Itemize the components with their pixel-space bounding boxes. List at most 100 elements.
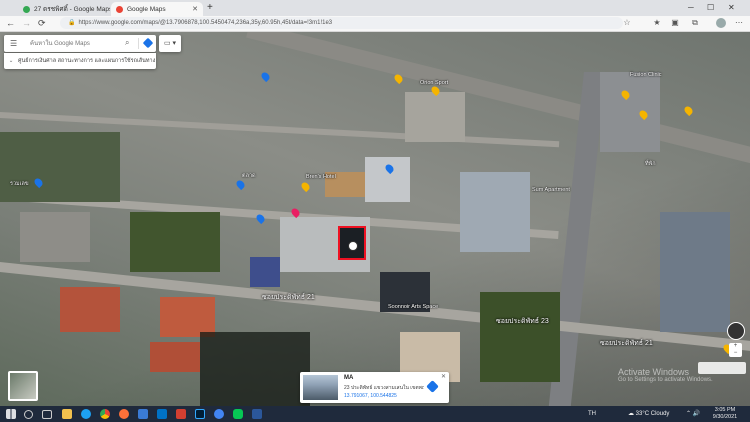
- tab-google-maps[interactable]: Google Maps ✕: [111, 2, 203, 16]
- watermark-line1: Activate Windows: [618, 367, 690, 377]
- clock-time: 3:05 PM: [714, 407, 736, 413]
- map-label: Orion Sport: [420, 80, 449, 86]
- close-icon[interactable]: ✕: [441, 373, 446, 380]
- maps-favicon-icon: [116, 5, 123, 13]
- close-window-button[interactable]: ✕: [728, 0, 735, 16]
- building: [20, 212, 90, 262]
- tree-area: [480, 292, 560, 382]
- tab-label: Google Maps: [127, 5, 166, 13]
- compass-icon[interactable]: [727, 322, 745, 340]
- close-tab-icon[interactable]: ✕: [192, 5, 198, 13]
- chrome-icon[interactable]: [100, 409, 110, 419]
- place-coordinates[interactable]: 13.791067, 100.544825: [344, 393, 397, 399]
- url-field[interactable]: 🔒 https://www.google.com/maps/@13.7906878…: [60, 17, 623, 29]
- hamburger-menu-icon[interactable]: ☰: [10, 39, 17, 48]
- refresh-icon[interactable]: ⟳: [38, 17, 46, 30]
- lock-icon: 🔒: [68, 20, 76, 26]
- star-icon[interactable]: ☆: [622, 18, 632, 28]
- more-menu-icon[interactable]: ⋯: [734, 18, 744, 28]
- start-icon[interactable]: [6, 409, 16, 419]
- road-label: ซอยประดิพัทธ์ 21: [262, 294, 315, 301]
- roof-red: [60, 287, 120, 332]
- layers-button[interactable]: ▭ ▾: [159, 35, 181, 52]
- clock-date: 9/30/2021: [712, 414, 738, 420]
- building: [250, 257, 280, 287]
- search-icon[interactable]: ⌕: [125, 38, 129, 48]
- suggestion-text: ศูนย์การเงินศาล สถานะทางการ และแผนการใช้…: [18, 58, 156, 64]
- app-icon[interactable]: [176, 409, 186, 419]
- store-icon[interactable]: [138, 409, 148, 419]
- weather-text: 33°C Cloudy: [635, 411, 670, 417]
- language-indicator[interactable]: TH: [588, 406, 596, 422]
- tray-icons[interactable]: ⌃ 🔊: [686, 406, 700, 422]
- url-text: https://www.google.com/maps/@13.7906878,…: [78, 20, 333, 26]
- line-icon[interactable]: [233, 409, 243, 419]
- forward-arrow-icon[interactable]: →: [22, 17, 31, 30]
- maps-favicon-icon: [23, 5, 30, 13]
- place-pin-icon[interactable]: [234, 178, 247, 191]
- tree-area: [0, 132, 120, 202]
- map-canvas[interactable]: Soonnoir Arts Space Bren's Hotel Orion S…: [0, 32, 750, 406]
- tab-label: 27 ดรชพิศดิ์ - Google Maps: [34, 6, 110, 13]
- building: [660, 212, 730, 332]
- highway: [246, 32, 750, 188]
- selected-building-outline[interactable]: [338, 226, 366, 260]
- firefox-icon[interactable]: [119, 409, 129, 419]
- map-label: Fusion Clinic: [630, 72, 662, 78]
- new-tab-button[interactable]: +: [207, 2, 213, 14]
- search-input[interactable]: [28, 38, 124, 50]
- place-address: 23 ประดิพัทธ์ แขวงสามเสนใน เขตพญาไท: [344, 385, 424, 391]
- watermark-line2: Go to Settings to activate Windows.: [618, 377, 713, 383]
- directions-icon[interactable]: [142, 37, 154, 49]
- search-icon[interactable]: [24, 410, 33, 419]
- suggestion-row[interactable]: ⌄ ศูนย์การเงินศาล สถานะทางการ และแผนการใช…: [4, 53, 156, 69]
- place-pin-icon[interactable]: [259, 70, 272, 83]
- zoom-control[interactable]: + −: [729, 343, 742, 357]
- road-label: ซอยประดิพัทธ์ 23: [496, 318, 549, 325]
- map-label: ที่พัก: [645, 161, 656, 167]
- tab-previous[interactable]: 27 ดรชพิศดิ์ - Google Maps ✕: [18, 2, 110, 16]
- place-card[interactable]: MA 23 ประดิพัทธ์ แขวงสามเสนใน เขตพญาไท 1…: [300, 372, 449, 403]
- building: [600, 72, 660, 152]
- chevron-down-icon: ⌄: [8, 58, 14, 64]
- road-label: ซอยประดิพัทธ์ 21: [600, 340, 653, 347]
- map-footer-bar: [698, 362, 746, 374]
- building: [460, 172, 530, 252]
- back-arrow-icon[interactable]: ←: [6, 17, 15, 30]
- profile-avatar[interactable]: [716, 18, 726, 28]
- edge-icon[interactable]: [81, 409, 91, 419]
- minimize-button[interactable]: ─: [688, 0, 694, 16]
- mail-icon[interactable]: [157, 409, 167, 419]
- building: [405, 92, 465, 142]
- task-view-icon[interactable]: [42, 410, 52, 419]
- tree-area: [130, 212, 220, 272]
- selected-place-marker-icon: [348, 241, 358, 251]
- place-pin-icon[interactable]: [682, 104, 695, 117]
- file-explorer-icon[interactable]: [62, 409, 72, 419]
- divider: [138, 38, 139, 49]
- place-pin-icon[interactable]: [299, 180, 312, 193]
- map-label: Bren's Hotel: [306, 174, 336, 180]
- map-label: Soonnoir Arts Space: [388, 304, 439, 310]
- collections-icon[interactable]: ▣: [670, 18, 680, 28]
- directions-icon[interactable]: [426, 380, 439, 393]
- roof-red: [160, 297, 215, 337]
- word-icon[interactable]: [252, 409, 262, 419]
- clock[interactable]: 3:05 PM 9/30/2021: [705, 407, 745, 421]
- browser-icon[interactable]: [214, 409, 224, 419]
- shadow-tower: [200, 332, 310, 406]
- map-label: Sum Apartment: [532, 187, 570, 193]
- search-box: ☰ ⌕: [4, 35, 156, 52]
- map-label: รวมเลข: [10, 181, 29, 187]
- weather-widget[interactable]: ☁ 33°C Cloudy: [628, 406, 669, 422]
- favorites-icon[interactable]: ★: [652, 18, 662, 28]
- place-photo[interactable]: [303, 375, 338, 400]
- place-title: MA: [344, 375, 354, 381]
- roof-red: [150, 342, 200, 372]
- map-label: ตลาด: [242, 173, 256, 179]
- maximize-button[interactable]: ☐: [707, 0, 714, 16]
- photoshop-icon[interactable]: [195, 409, 205, 419]
- extensions-icon[interactable]: ⧉: [690, 18, 700, 28]
- map-type-thumbnail[interactable]: [8, 371, 38, 401]
- weather-icon: ☁: [628, 411, 636, 417]
